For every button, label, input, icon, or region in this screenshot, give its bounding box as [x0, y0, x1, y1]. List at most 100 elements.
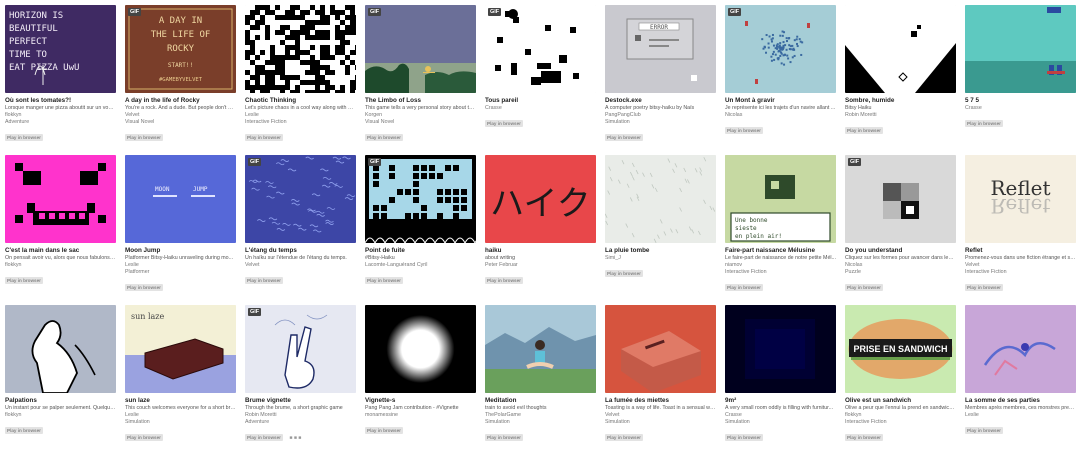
game-author[interactable]: Leslie [245, 112, 356, 119]
rain-thumbnail-icon[interactable] [605, 155, 716, 243]
moon-jump-thumbnail-icon[interactable]: MOON JUMP [125, 155, 236, 243]
game-title[interactable]: The Limbo of Loss [365, 97, 476, 105]
game-title[interactable]: La pluie tombe [605, 247, 716, 255]
game-card[interactable]: C'est la main dans le sac On pensait avo… [5, 155, 116, 301]
game-title[interactable]: Point de fuite [365, 247, 476, 255]
game-title[interactable]: Un Mont à gravir [725, 97, 836, 105]
game-author[interactable]: ThePolarGame [485, 412, 596, 419]
maze-thumbnail-icon[interactable]: GIF [365, 155, 476, 243]
game-genre[interactable]: Adventure [245, 419, 356, 426]
game-title[interactable]: Do you understand [845, 247, 956, 255]
game-card[interactable]: Une bonne sieste en plein air! Faire-part … [725, 155, 836, 301]
pond-thumbnail-icon[interactable]: GIF [245, 155, 356, 243]
squares-thumbnail-icon[interactable]: GIF [845, 155, 956, 243]
game-author[interactable]: Nicolas [725, 112, 836, 119]
sandwich-thumbnail-icon[interactable]: PRISE EN SANDWICH [845, 305, 956, 393]
pixel-blocks-thumbnail-icon[interactable]: GIF [485, 5, 596, 93]
game-title[interactable]: Chaotic Thinking [245, 97, 356, 105]
game-title[interactable]: 9m² [725, 397, 836, 405]
game-author[interactable]: Crasse [965, 105, 1076, 112]
game-card[interactable]: Palpations Un instant pour se palper seu… [5, 305, 116, 451]
game-card[interactable]: PRISE EN SANDWICH Olive est un sandwich … [845, 305, 956, 451]
error-window-thumbnail-icon[interactable]: ERROR [605, 5, 716, 93]
creatures-thumbnail-icon[interactable] [965, 305, 1076, 393]
glow-thumbnail-icon[interactable] [365, 305, 476, 393]
game-author[interactable]: flokkyn [5, 262, 116, 269]
game-author[interactable]: PangPangClub [605, 112, 716, 119]
pixel-face-thumbnail-icon[interactable] [5, 155, 116, 243]
game-card[interactable]: A DAY IN THE LIFE OF ROCKY START!! #GAMEBYVE… [125, 5, 236, 151]
map-thumbnail-icon[interactable]: GIF [725, 5, 836, 93]
game-author[interactable]: Velvet [605, 412, 716, 419]
game-title[interactable]: Moon Jump [125, 247, 236, 255]
game-card[interactable]: ERROR Destock.exe A computer poetry bits… [605, 5, 716, 151]
game-card[interactable]: GIF Un Mont à gravir Je représente ici l… [725, 5, 836, 151]
game-title[interactable]: Meditation [485, 397, 596, 405]
game-author[interactable]: flokkyn [845, 412, 956, 419]
game-title[interactable]: Sombre, humide [845, 97, 956, 105]
game-author[interactable]: flokkyn [5, 412, 116, 419]
game-genre[interactable]: Interactive Fiction [725, 269, 836, 276]
game-genre[interactable]: Interactive Fiction [845, 419, 956, 426]
game-author[interactable]: Lacomte-Languérand Cyril [365, 262, 476, 269]
game-card[interactable]: La fumée des miettes Toasting is a way o… [605, 305, 716, 451]
game-author[interactable]: niamov [725, 262, 836, 269]
game-genre[interactable]: Simulation [605, 119, 716, 126]
kana-thumbnail-icon[interactable]: ハイク [485, 155, 596, 243]
game-author[interactable]: Robin Moretti [845, 112, 956, 119]
game-genre[interactable]: Platformer [125, 269, 236, 276]
game-author[interactable]: Robin Moretti [245, 412, 356, 419]
game-title[interactable]: Faire-part naissance Mélusine [725, 247, 836, 255]
game-genre[interactable]: Interactive Fiction [965, 269, 1076, 276]
game-genre[interactable]: Simulation [605, 419, 716, 426]
figure-thumbnail-icon[interactable] [5, 305, 116, 393]
game-title[interactable]: C'est la main dans le sac [5, 247, 116, 255]
game-title[interactable]: Vignette-s [365, 397, 476, 405]
game-genre[interactable]: Visual Novel [125, 119, 236, 126]
title-screen-thumbnail-icon[interactable]: A DAY IN THE LIFE OF ROCKY START!! #GAMEBYVE… [125, 5, 236, 93]
game-card[interactable]: GIF Tous pareil Crasse Play in browser [485, 5, 596, 151]
game-genre[interactable]: Interactive Fiction [245, 119, 356, 126]
game-genre[interactable]: Simulation [485, 419, 596, 426]
game-card[interactable]: La somme de ses parties Membres après me… [965, 305, 1076, 451]
game-title[interactable]: L'étang du temps [245, 247, 356, 255]
game-genre[interactable]: Simulation [725, 419, 836, 426]
toaster-thumbnail-icon[interactable] [605, 305, 716, 393]
couch-thumbnail-icon[interactable]: sun laze [125, 305, 236, 393]
game-genre[interactable]: Visual Novel [365, 119, 476, 126]
game-card[interactable]: GIF L'étang du temps Un haïku sur l'éten… [245, 155, 356, 301]
game-title[interactable]: Destock.exe [605, 97, 716, 105]
handwritten-thumbnail-icon[interactable]: HORIZON IS BEAUTIFUL PERFECT TIME TO EAT PIZ… [5, 5, 116, 93]
teal-pixel-thumbnail-icon[interactable] [965, 5, 1076, 93]
game-author[interactable]: Leslie [125, 412, 236, 419]
game-card[interactable]: MOON JUMP Moon Jump Platformer Bitsy-Haik… [125, 155, 236, 301]
game-author[interactable]: Simi_J [605, 255, 716, 262]
game-title[interactable]: Reflet [965, 247, 1076, 255]
meditation-thumbnail-icon[interactable] [485, 305, 596, 393]
game-title[interactable]: sun laze [125, 397, 236, 405]
game-author[interactable]: Leslie [965, 412, 1076, 419]
game-card[interactable]: GIF Brume vignette Through the brume, a … [245, 305, 356, 451]
game-card[interactable]: GIF The Limbo of Loss This game tells a … [365, 5, 476, 151]
game-title[interactable]: La fumée des miettes [605, 397, 716, 405]
game-author[interactable]: Korgen [365, 112, 476, 119]
triangles-thumbnail-icon[interactable] [845, 5, 956, 93]
game-card[interactable]: ハイク haiku about writing Peter Februar Pl… [485, 155, 596, 301]
game-card[interactable]: sun laze sun laze This couch welcomes ev… [125, 305, 236, 451]
game-genre[interactable]: Simulation [125, 419, 236, 426]
game-card[interactable]: Reflet Reflet Reflet Promenez-vous dans u… [965, 155, 1076, 301]
game-card[interactable]: Chaotic Thinking Let's picture chaos in … [245, 5, 356, 151]
game-author[interactable]: flokkyn [5, 112, 116, 119]
gameboy-thumbnail-icon[interactable]: Une bonne sieste en plein air! [725, 155, 836, 243]
game-title[interactable]: Tous pareil [485, 97, 596, 105]
game-author[interactable]: Velvet [125, 112, 236, 119]
game-title[interactable]: Palpations [5, 397, 116, 405]
game-title[interactable]: La somme de ses parties [965, 397, 1076, 405]
game-card[interactable]: 5 7 5 Crasse Play in browser [965, 5, 1076, 151]
game-author[interactable]: Leslie [125, 262, 236, 269]
game-author[interactable]: Crasse [485, 105, 596, 112]
game-author[interactable]: Nicolas [845, 262, 956, 269]
game-title[interactable]: haiku [485, 247, 596, 255]
game-title[interactable]: Olive est un sandwich [845, 397, 956, 405]
game-author[interactable]: Velvet [965, 262, 1076, 269]
